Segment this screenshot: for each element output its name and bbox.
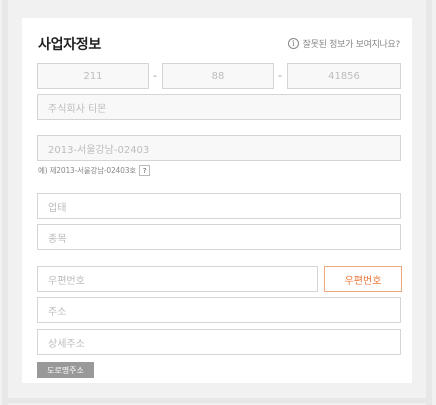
road-address-button[interactable]: 도로명주소 [37,362,94,378]
registration-number-field[interactable]: 2013-서울강남-02403 [37,135,401,161]
zip-code-input[interactable]: 우편번호 [37,266,318,292]
business-number-part1[interactable]: 211 [37,63,149,89]
business-item-input[interactable]: 종목 [37,224,401,250]
business-number-part3[interactable]: 41856 [287,63,401,89]
business-type-input[interactable]: 업태 [37,193,401,219]
registration-hint: 예) 제2013-서울강남-02403호 ? [38,165,150,176]
wrong-info-text: 잘못된 정보가 보여지나요? [302,40,401,50]
page-frame-left [2,0,8,405]
wrong-info-link[interactable]: i 잘못된 정보가 보여지나요? [287,37,401,50]
separator-dash: - [153,69,157,82]
registration-hint-text: 예) 제2013-서울강남-02403호 [38,166,136,175]
business-info-card: 사업자정보 i 잘못된 정보가 보여지나요? 211 - 88 - 41856 … [22,18,412,383]
address-detail-input[interactable]: 상세주소 [37,329,401,355]
info-circle-icon: i [287,38,299,49]
question-mark-icon[interactable]: ? [138,165,150,176]
separator-dash: - [278,69,282,82]
zip-code-search-button[interactable]: 우편번호 [324,266,402,292]
company-name-field[interactable]: 주식회사 티몬 [37,94,401,120]
section-title: 사업자정보 [38,37,101,53]
page-frame-bottom [2,398,430,403]
page-frame-right [426,0,432,405]
address-input[interactable]: 주소 [37,297,401,323]
business-number-part2[interactable]: 88 [162,63,274,89]
